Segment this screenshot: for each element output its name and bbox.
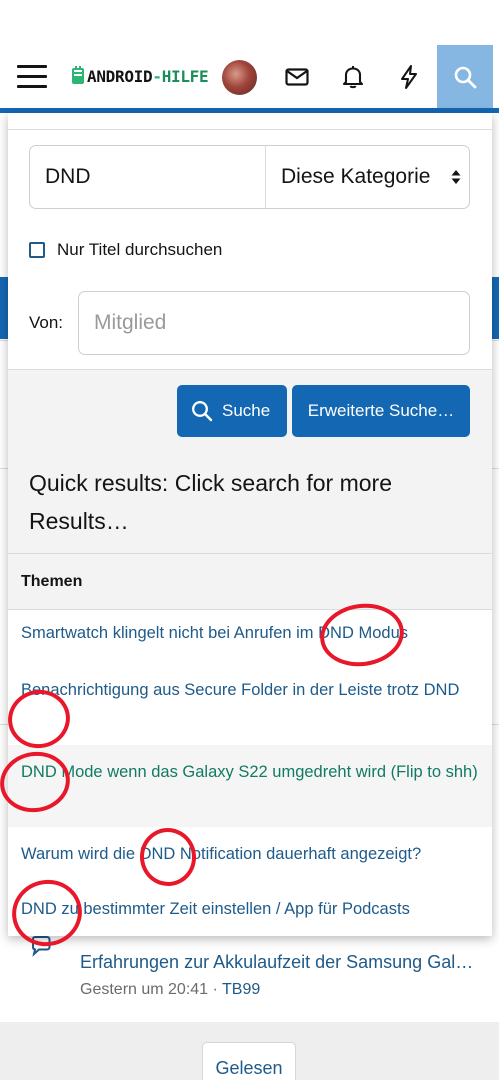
search-actions: Suche Erweiterte Suche… Quick results: C…	[8, 369, 492, 553]
search-toggle-button[interactable]	[437, 45, 493, 108]
thread-time: Gestern um 20:41 ·	[80, 981, 222, 998]
result-link[interactable]: Benachrichtigung aus Secure Folder in de…	[8, 677, 492, 704]
divider	[8, 129, 492, 130]
search-menu: DND Diese Kategorie Nur Titel durchsuche…	[8, 113, 492, 936]
search-scope-value: Diese Kategorie	[281, 165, 431, 188]
result-link[interactable]: DND Mode wenn das Galaxy S22 umgedreht w…	[8, 745, 492, 827]
search-submit-label: Suche	[222, 401, 271, 420]
member-field-label: Von:	[29, 313, 64, 332]
chat-bubble-icon	[32, 936, 51, 957]
android-logo-icon	[72, 66, 84, 84]
read-button[interactable]: Gelesen	[202, 1042, 296, 1080]
member-input[interactable]: Mitglied	[78, 291, 470, 355]
result-link[interactable]: DND zu bestimmter Zeit einstellen / App …	[8, 896, 492, 923]
thread-user-link[interactable]: TB99	[222, 981, 260, 998]
search-scope-select[interactable]: Diese Kategorie	[265, 146, 469, 208]
result-link[interactable]: Warum wird die DND Notification dauerhaf…	[8, 841, 492, 868]
search-submit-button[interactable]: Suche	[177, 385, 287, 437]
result-link[interactable]: Smartwatch klingelt nicht bei Anrufen im…	[8, 620, 492, 647]
advanced-search-button[interactable]: Erweiterte Suche…	[292, 385, 470, 437]
logo-dash: -	[152, 66, 162, 86]
menu-icon[interactable]	[17, 63, 47, 89]
search-row: DND Diese Kategorie	[29, 145, 470, 209]
title-only-option[interactable]: Nur Titel durchsuchen	[29, 239, 222, 261]
title-only-checkbox[interactable]	[29, 242, 45, 258]
select-arrows-icon	[451, 170, 461, 184]
quick-results-hint: Quick results: Click search for more Res…	[29, 470, 392, 534]
search-icon	[192, 401, 213, 422]
title-only-label: Nur Titel durchsuchen	[57, 240, 223, 259]
thread-meta: Gestern um 20:41 · TB99	[80, 981, 260, 999]
results-section-title: Themen	[8, 553, 492, 610]
user-avatar[interactable]	[222, 60, 257, 95]
site-logo[interactable]: ANDROID-HILFE	[71, 64, 209, 88]
logo-suffix-text: HILFE	[161, 66, 209, 86]
lightning-icon[interactable]	[396, 64, 422, 90]
logo-main-text: ANDROID	[87, 66, 153, 86]
search-input[interactable]: DND	[30, 146, 265, 208]
bell-icon[interactable]	[340, 64, 366, 90]
site-header: ANDROID-HILFE	[0, 0, 499, 112]
search-icon	[454, 66, 477, 89]
thread-title-link[interactable]: Erfahrungen zur Akkulaufzeit der Samsung…	[80, 952, 480, 973]
mail-icon[interactable]	[284, 64, 310, 90]
